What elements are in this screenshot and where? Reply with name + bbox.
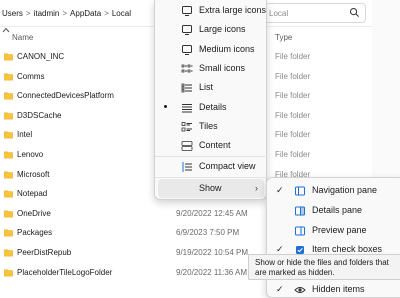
details-pane-icon — [295, 206, 305, 216]
submenu-item-label: Item check boxes — [312, 244, 383, 255]
menu-item-label: Details — [199, 101, 227, 112]
column-header-name[interactable]: Name — [12, 33, 33, 45]
file-name: Packages — [17, 228, 53, 238]
breadcrumb-users[interactable]: Users — [2, 9, 23, 18]
file-type: File folder — [275, 110, 311, 120]
search-input[interactable]: Local — [258, 3, 366, 23]
content-icon — [181, 141, 193, 151]
file-name: PlaceholderTileLogoFolder — [17, 267, 113, 277]
menu-item-label: Compact view — [199, 161, 256, 171]
breadcrumb: Users > itadmin > AppData > Local — [2, 9, 131, 18]
breadcrumb-itadmin[interactable]: itadmin — [34, 9, 60, 18]
file-name: OneDrive — [17, 208, 51, 218]
folder-icon — [4, 249, 13, 257]
submenu-item-label: Hidden items — [312, 284, 365, 294]
menu-item-tiles[interactable]: Tiles — [158, 117, 264, 136]
menu-separator — [155, 177, 268, 178]
folder-icon — [4, 131, 13, 139]
sort-up-icon — [2, 27, 10, 33]
file-date: 9/20/2022 11:36 AM — [176, 267, 248, 277]
search-placeholder: Local — [269, 9, 289, 18]
menu-item-label: Show — [199, 183, 222, 193]
file-type: File folder — [275, 52, 311, 61]
menu-item-list[interactable]: List — [158, 78, 264, 97]
monitor-icon — [182, 25, 192, 36]
monitor-icon — [182, 6, 192, 16]
menu-item-large-icons[interactable]: Large icons — [158, 20, 264, 39]
file-name: Comms — [17, 71, 45, 81]
menu-item-label: Extra large icons — [199, 5, 267, 15]
eye-icon — [294, 287, 306, 293]
menu-item-details[interactable]: Details — [158, 98, 264, 117]
selected-bullet-icon — [164, 104, 167, 108]
menu-item-show[interactable]: Show › — [158, 179, 264, 198]
search-icon — [349, 7, 359, 17]
chevron-right-icon: > — [62, 9, 68, 18]
submenu-item-hidden-items[interactable]: ✓ Hidden items — [270, 280, 400, 297]
folder-icon — [4, 73, 13, 80]
folder-icon — [4, 190, 13, 198]
folder-icon — [4, 112, 13, 120]
preview-pane-icon — [295, 226, 305, 236]
file-name: Intel — [17, 130, 33, 140]
menu-item-label: Large icons — [199, 24, 246, 35]
folder-icon — [4, 92, 13, 100]
menu-item-label: Small icons — [199, 62, 246, 73]
file-name: ConnectedDevicesPlatform — [17, 91, 114, 101]
file-type: File folder — [275, 71, 311, 81]
navigation-pane-icon — [295, 186, 305, 196]
file-name: CANON_INC — [17, 52, 65, 61]
menu-item-extra-large-icons[interactable]: Extra large icons — [158, 1, 267, 20]
submenu-item-label: Preview pane — [312, 224, 367, 235]
folder-icon — [4, 53, 13, 61]
menu-item-content[interactable]: Content — [158, 136, 264, 155]
menu-item-label: Content — [199, 140, 231, 151]
file-name: D3DSCache — [17, 110, 62, 120]
submenu-item-details-pane[interactable]: Details pane — [270, 201, 400, 220]
file-type: File folder — [275, 130, 311, 140]
file-name: Notepad — [17, 189, 48, 199]
checkmark-icon: ✓ — [276, 185, 284, 195]
folder-icon — [4, 229, 13, 237]
tooltip: Show or hide the files and folders that … — [248, 254, 400, 280]
folder-icon — [4, 151, 13, 159]
file-date: 9/20/2022 12:45 AM — [176, 208, 248, 218]
file-name: PeerDistRepub — [17, 248, 72, 257]
breadcrumb-appdata[interactable]: AppData — [70, 9, 101, 18]
menu-item-label: Tiles — [199, 120, 218, 131]
folder-icon — [4, 269, 13, 276]
list-icon — [181, 83, 192, 93]
file-date: 6/9/2023 7:50 PM — [176, 228, 240, 238]
view-menu: Extra large icons Large icons Medium ico… — [154, 0, 268, 200]
chevron-right-icon: › — [255, 183, 258, 193]
tiles-icon — [181, 121, 192, 132]
file-name: Lenovo — [17, 150, 44, 159]
breadcrumb-local[interactable]: Local — [112, 9, 131, 18]
folder-icon — [4, 171, 13, 178]
folder-icon — [4, 210, 13, 218]
checkmark-icon: ✓ — [276, 284, 284, 294]
details-icon — [182, 103, 192, 112]
small-icons-grid-icon — [181, 64, 193, 73]
chevron-right-icon: > — [25, 9, 31, 18]
file-type: File folder — [275, 91, 311, 101]
chevron-right-icon: > — [104, 9, 109, 18]
file-type: File folder — [275, 150, 311, 159]
menu-item-label: List — [199, 82, 214, 93]
menu-item-compact-view[interactable]: Compact view — [158, 157, 264, 176]
menu-item-medium-icons[interactable]: Medium icons — [158, 40, 264, 59]
file-date: 9/19/2022 10:54 PM — [176, 248, 249, 257]
file-name: Microsoft — [17, 169, 50, 179]
menu-item-small-icons[interactable]: Small icons — [158, 59, 264, 78]
compact-view-icon — [182, 162, 192, 172]
monitor-icon — [182, 44, 192, 55]
submenu-item-label: Details pane — [312, 204, 363, 215]
submenu-item-label: Navigation pane — [312, 185, 378, 195]
submenu-item-preview-pane[interactable]: Preview pane — [270, 221, 400, 240]
menu-item-label: Medium icons — [199, 43, 255, 54]
column-header-type[interactable]: Type — [275, 33, 292, 45]
submenu-item-navigation-pane[interactable]: ✓ Navigation pane — [270, 181, 400, 200]
